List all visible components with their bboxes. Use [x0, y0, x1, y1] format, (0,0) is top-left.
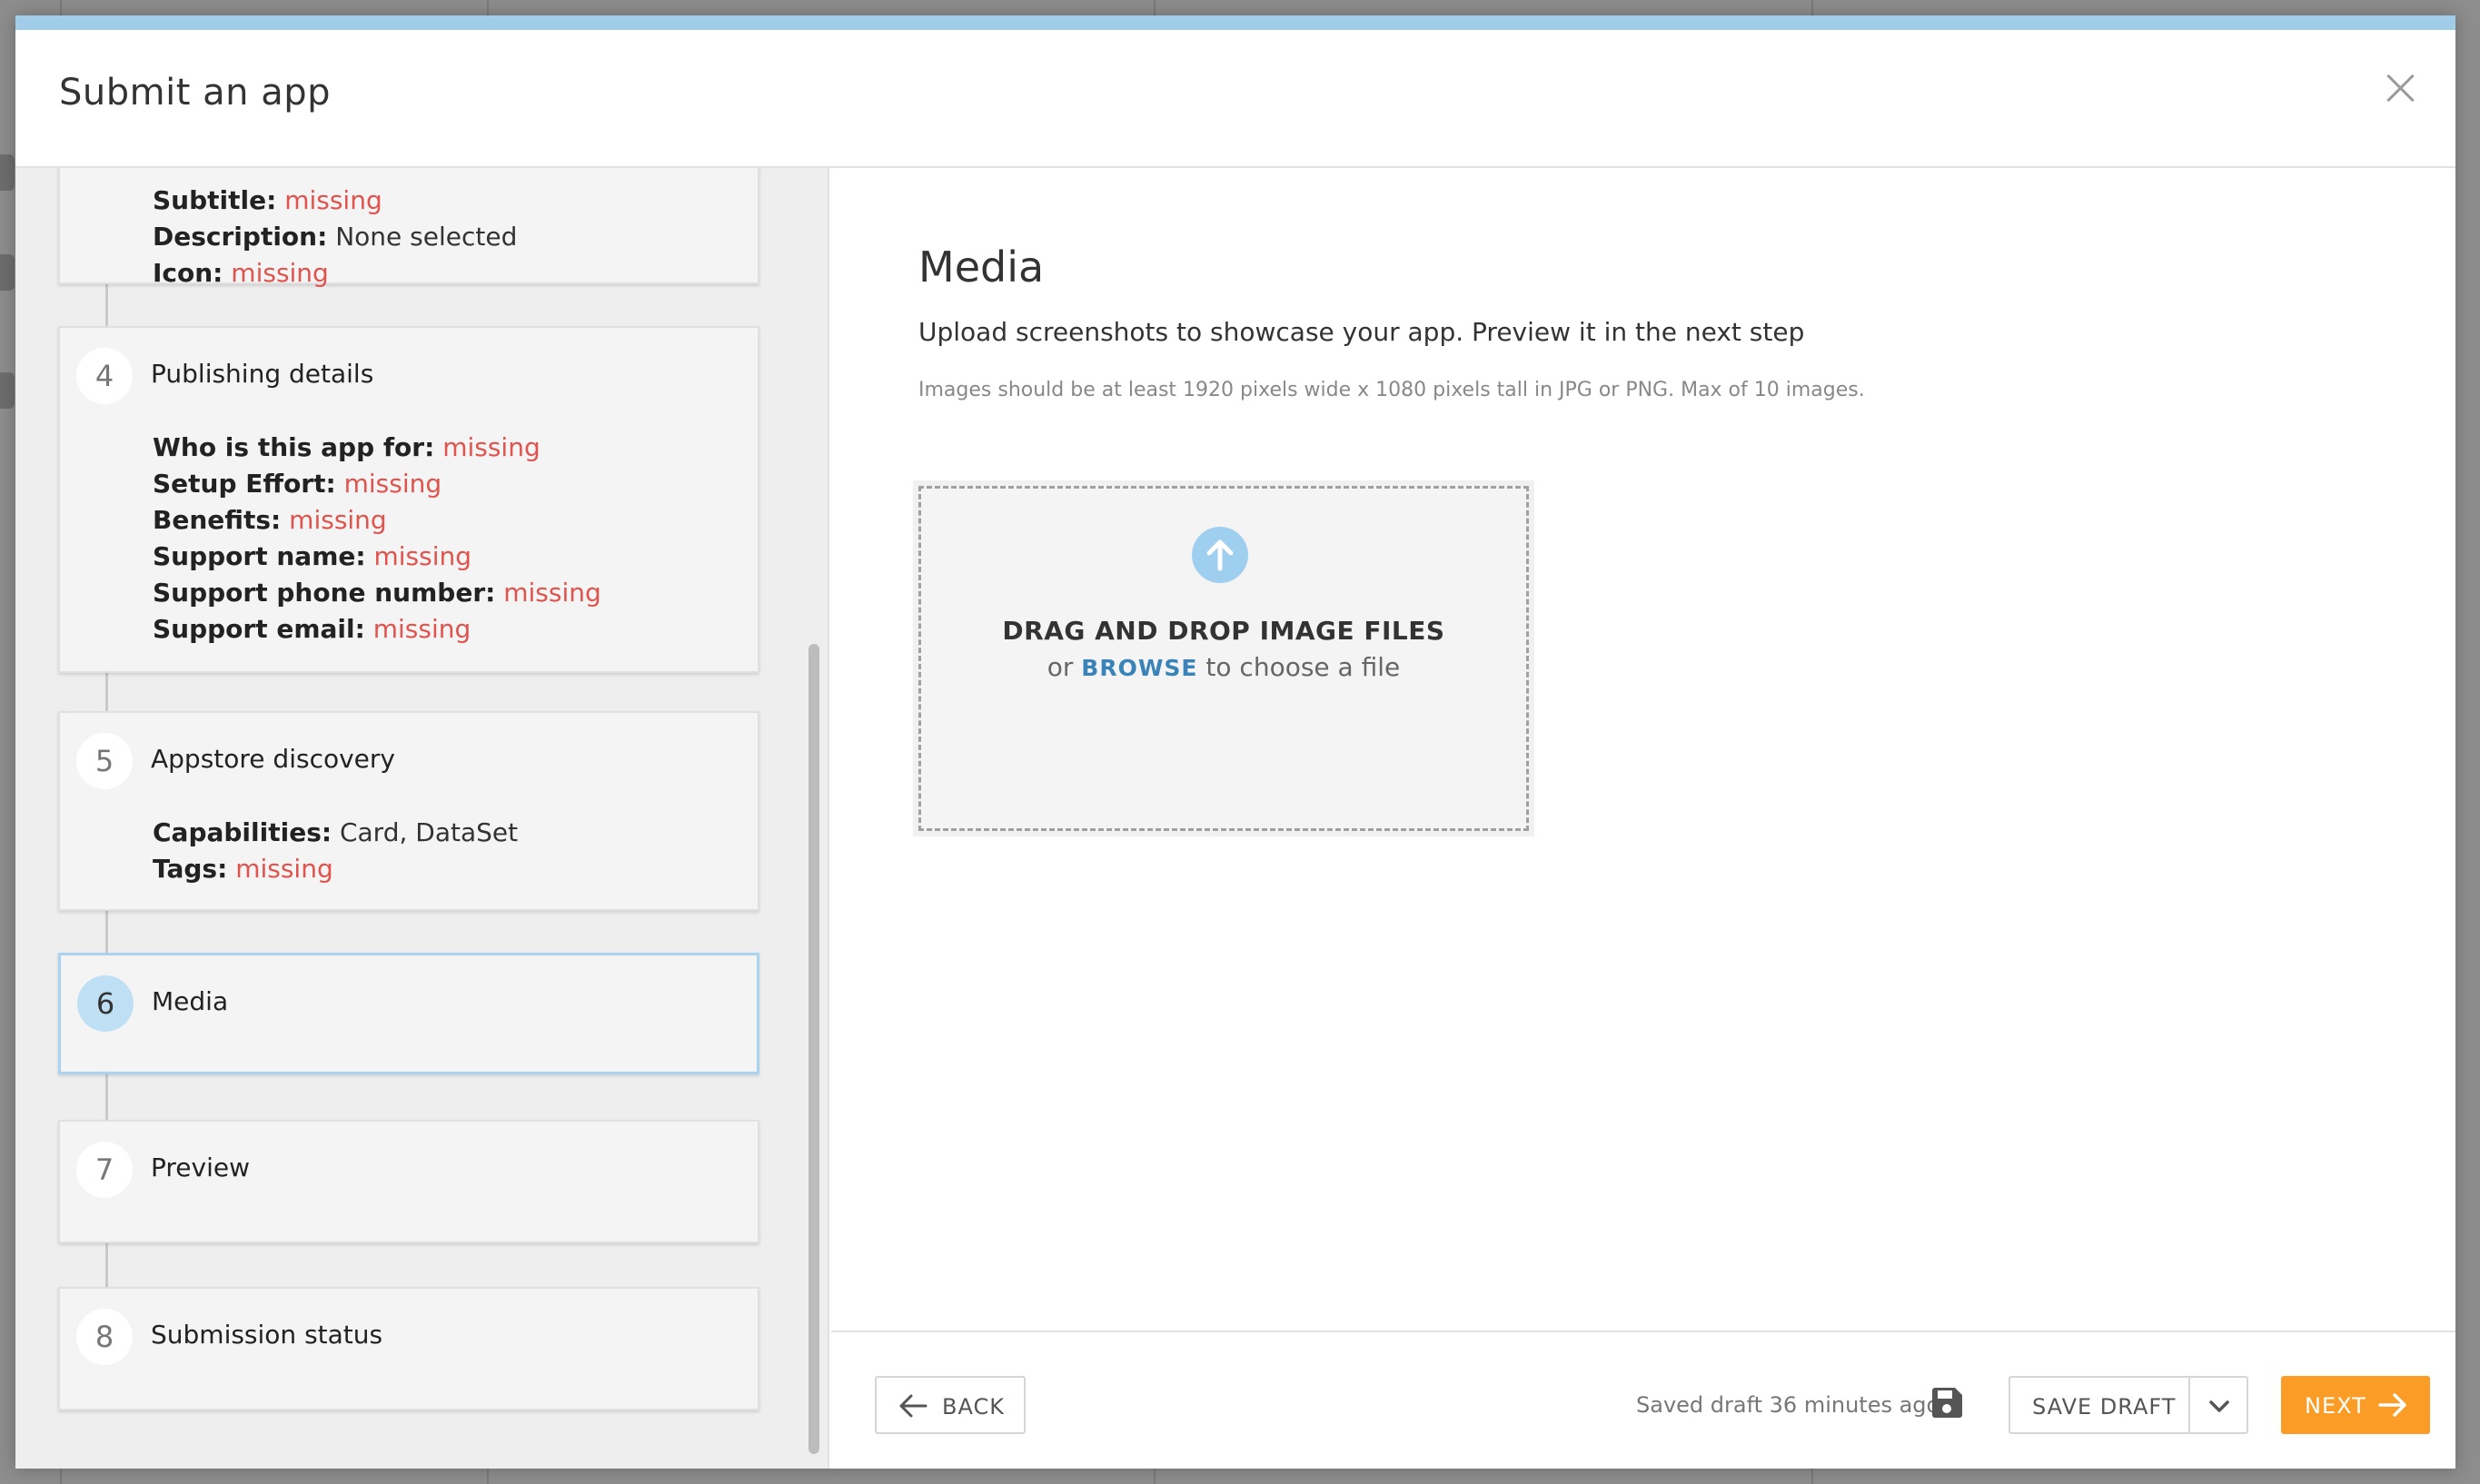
media-step-content: Media Upload screenshots to showcase you… — [831, 168, 2455, 1331]
modal-header: Submit an app — [15, 30, 2455, 168]
dropzone-subtitle: or BROWSE to choose a file — [1047, 652, 1401, 682]
next-button-label: NEXT — [2305, 1393, 2366, 1419]
background-icon — [0, 372, 15, 409]
steps-panel[interactable]: Subtitle: missing Description: None sele… — [15, 168, 829, 1469]
step-connector — [105, 1074, 108, 1120]
step-details: Subtitle: missing Description: None sele… — [153, 183, 517, 292]
save-options-dropdown[interactable] — [2188, 1376, 2248, 1434]
step-connector — [105, 1242, 108, 1287]
image-requirements-hint: Images should be at least 1920 pixels wi… — [918, 379, 1865, 401]
save-draft-button[interactable]: SAVE DRAFT — [2009, 1376, 2190, 1434]
background-icon — [0, 254, 15, 291]
scrollbar-thumb[interactable] — [808, 644, 819, 1454]
step-title: Preview — [151, 1153, 250, 1182]
browse-link[interactable]: BROWSE — [1081, 655, 1197, 681]
step-title: Media — [152, 986, 229, 1016]
step-number: 6 — [77, 975, 134, 1032]
detail-row-icon: Icon: missing — [153, 258, 329, 288]
step-title: Publishing details — [151, 359, 374, 389]
step-title: Appstore discovery — [151, 744, 395, 774]
detail-row-support-email: Support email: missing — [153, 614, 471, 644]
detail-row-audience: Who is this app for: missing — [153, 432, 541, 462]
step-number: 7 — [76, 1142, 133, 1198]
back-button-label: BACK — [942, 1394, 1005, 1420]
step-card-app-details[interactable]: Subtitle: missing Description: None sele… — [58, 168, 759, 288]
step-card-preview[interactable]: 7 Preview — [58, 1120, 759, 1243]
upload-arrow-icon — [1192, 527, 1248, 583]
next-button[interactable]: NEXT — [2281, 1376, 2430, 1434]
detail-row-benefits: Benefits: missing — [153, 505, 387, 535]
detail-row-capabilities: Capabilities: Card, DataSet — [153, 817, 519, 847]
save-icon — [1932, 1388, 1962, 1418]
detail-row-support-name: Support name: missing — [153, 541, 471, 571]
step-card-appstore-discovery[interactable]: 5 Appstore discovery Capabilities: Card,… — [58, 711, 759, 911]
submit-app-modal: Submit an app Subtitle: missing Descript… — [15, 15, 2455, 1469]
arrow-right-icon — [2378, 1393, 2406, 1417]
saved-draft-status: Saved draft 36 minutes ago — [1636, 1392, 1940, 1418]
background-icon — [0, 154, 15, 191]
chevron-down-icon — [2209, 1400, 2229, 1412]
step-connector — [105, 909, 108, 955]
step-details: Who is this app for: missing Setup Effor… — [153, 430, 601, 648]
close-icon[interactable] — [2377, 64, 2425, 112]
step-number: 8 — [76, 1309, 133, 1365]
detail-row-setup-effort: Setup Effort: missing — [153, 469, 442, 499]
section-title: Media — [918, 242, 1045, 292]
modal-title: Submit an app — [59, 72, 331, 114]
step-number: 5 — [76, 733, 133, 789]
step-card-media[interactable]: 6 Media — [58, 953, 759, 1074]
detail-row-tags: Tags: missing — [153, 854, 333, 884]
step-connector — [105, 671, 108, 717]
save-draft-label: SAVE DRAFT — [2032, 1394, 2177, 1420]
arrow-left-icon — [899, 1394, 928, 1418]
detail-row-description: Description: None selected — [153, 222, 518, 252]
detail-row-subtitle: Subtitle: missing — [153, 185, 382, 215]
back-button[interactable]: BACK — [875, 1376, 1026, 1434]
step-details: Capabilities: Card, DataSet Tags: missin… — [153, 815, 518, 887]
image-dropzone[interactable]: DRAG AND DROP IMAGE FILES or BROWSE to c… — [913, 480, 1534, 836]
step-number: 4 — [76, 348, 133, 404]
step-card-submission-status[interactable]: 8 Submission status — [58, 1287, 759, 1410]
step-connector — [105, 282, 108, 328]
section-subtitle: Upload screenshots to showcase your app.… — [918, 317, 1805, 347]
step-card-publishing-details[interactable]: 4 Publishing details Who is this app for… — [58, 326, 759, 673]
modal-footer: BACK Saved draft 36 minutes ago SAVE DRA… — [831, 1331, 2455, 1469]
detail-row-support-phone: Support phone number: missing — [153, 578, 601, 608]
step-title: Submission status — [151, 1320, 383, 1350]
dropzone-title: DRAG AND DROP IMAGE FILES — [1002, 616, 1445, 646]
